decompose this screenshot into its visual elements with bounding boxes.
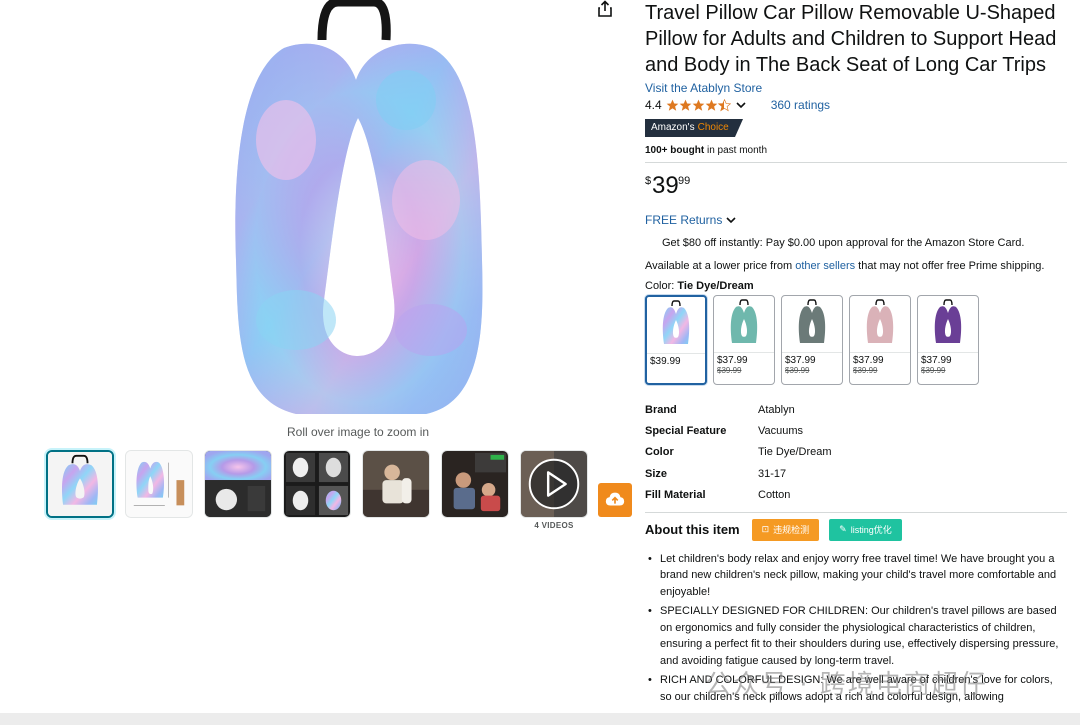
product-specs-table: Brand Atablyn Special Feature Vacuums Colo…: [645, 399, 1067, 506]
list-item: Let children's body relax and enjoy worr…: [645, 551, 1067, 601]
spec-key: Special Feature: [645, 425, 727, 438]
spec-row-size: Size 31-17: [645, 463, 1067, 484]
badge-prefix: Amazon's: [645, 119, 698, 137]
share-icon[interactable]: [596, 0, 614, 18]
thumbnail-product-dimensions[interactable]: [125, 450, 193, 518]
spec-row-special-feature: Special Feature Vacuums: [645, 420, 1067, 441]
color-selection-label: Color: Tie Dye/Dream: [645, 280, 1067, 292]
half-star-icon: [717, 98, 731, 111]
price-whole: 39: [652, 172, 679, 199]
cloud-upload-icon[interactable]: [598, 483, 632, 517]
main-product-image[interactable]: [226, 0, 492, 420]
swatch-price: $37.99: [918, 352, 978, 366]
swatch-teal[interactable]: $37.99 $39.99: [713, 295, 775, 385]
price-fraction: 99: [678, 175, 691, 187]
other-sellers-link[interactable]: other sellers: [795, 260, 855, 272]
zoom-hint: Roll over image to zoom in: [287, 425, 430, 439]
divider: [645, 511, 1067, 513]
thumbnail-person-in-car[interactable]: [362, 450, 430, 518]
thumbnail-video[interactable]: [520, 450, 588, 518]
listing-optimize-label: listing优化: [850, 525, 892, 536]
videos-label: 4 VIDEOS: [534, 521, 574, 530]
shield-icon: ⊡: [761, 524, 770, 535]
lower-price-post: that may not offer free Prime shipping.: [855, 260, 1045, 272]
spec-key: Fill Material: [645, 489, 706, 502]
thumbnail-product-front[interactable]: [46, 450, 114, 518]
spec-value: Vacuums: [758, 425, 804, 438]
bought-in-past-month: 100+ bought in past month: [645, 145, 1067, 156]
swatch-old-price: $39.99: [717, 366, 742, 375]
spec-value: Cotton: [758, 489, 791, 502]
edit-icon: ✎: [839, 524, 847, 535]
spec-value: 31-17: [758, 467, 787, 480]
swatch-price: $37.99: [714, 352, 774, 366]
price-symbol: $: [645, 175, 652, 187]
color-swatches: $39.99 $37.99 $39.99 $37.99 $39.99 $37.9…: [645, 295, 1067, 385]
spec-key: Size: [645, 467, 668, 480]
lower-price-pre: Available at a lower price from: [645, 260, 796, 272]
star-rating[interactable]: [666, 98, 731, 112]
star-icon: [692, 99, 705, 111]
amazons-choice-badge[interactable]: Amazon's Choice: [645, 119, 743, 137]
bought-suffix: in past month: [704, 145, 767, 156]
watermark: 公众号 · 跨境电商超仔: [705, 670, 988, 700]
price: $ 39 99: [645, 173, 1067, 205]
listing-optimize-button[interactable]: ✎ listing优化: [829, 518, 902, 541]
spec-key: Brand: [645, 403, 677, 416]
swatch-gray[interactable]: $37.99 $39.99: [781, 295, 843, 385]
swatch-old-price: $39.99: [853, 366, 878, 375]
violation-check-label: 违规检测: [773, 525, 810, 536]
store-card-offer[interactable]: Get $80 off instantly: Pay $0.00 upon ap…: [645, 237, 1067, 249]
divider: [645, 162, 1067, 163]
thumbnail-child-sleeping-in-car[interactable]: [441, 450, 509, 518]
buy-box: Travel Pillow Car Pillow Removable U-Sha…: [645, 0, 1067, 708]
spec-value: Tie Dye/Dream: [758, 446, 832, 459]
spec-row-color: Color Tie Dye/Dream: [645, 442, 1067, 463]
swatch-tie-dye[interactable]: $39.99: [645, 295, 707, 385]
swatch-price: $39.99: [647, 353, 705, 367]
free-returns-label: FREE Returns: [645, 213, 723, 227]
swatch-old-price: $39.99: [921, 366, 946, 375]
spec-row-brand: Brand Atablyn: [645, 399, 1067, 420]
violation-check-button[interactable]: ⊡ 违规检测: [751, 518, 820, 541]
spec-row-fill-material: Fill Material Cotton: [645, 485, 1067, 506]
lower-price-note: Available at a lower price from other se…: [645, 258, 1067, 274]
swatch-price: $37.99: [782, 352, 842, 366]
about-title: About this item: [645, 522, 740, 538]
thumbnail-product-car-seats[interactable]: [283, 450, 351, 518]
free-returns-link[interactable]: FREE Returns: [645, 213, 1067, 227]
list-item: SPECIALLY DESIGNED FOR CHILDREN: Our chi…: [645, 603, 1067, 669]
color-label: Color:: [645, 280, 678, 292]
color-selected: Tie Dye/Dream: [677, 280, 754, 292]
bought-count: 100+ bought: [645, 145, 705, 156]
star-icon: [705, 99, 718, 111]
rating-row: 4.4 360 ratings: [645, 97, 1067, 113]
badge-choice: Choice: [697, 119, 735, 137]
thumbnail-product-closeup[interactable]: [204, 450, 272, 518]
swatch-price: $37.99: [850, 352, 910, 366]
star-icon: [666, 99, 679, 111]
chevron-down-icon: [726, 217, 736, 224]
product-title: Travel Pillow Car Pillow Removable U-Sha…: [645, 2, 1057, 76]
store-link[interactable]: Visit the Atablyn Store: [645, 81, 1067, 95]
star-icon: [679, 99, 692, 111]
spec-value: Atablyn: [758, 403, 795, 416]
swatch-old-price: $39.99: [785, 366, 810, 375]
ratings-count-link[interactable]: 360 ratings: [771, 98, 830, 112]
swatch-pink[interactable]: $37.99 $39.99: [849, 295, 911, 385]
chevron-down-icon[interactable]: [735, 99, 747, 111]
spec-key: Color: [645, 446, 674, 459]
rating-value: 4.4: [645, 98, 662, 112]
about-this-item-header: About this item ⊡ 违规检测 ✎ listing优化: [645, 518, 1067, 541]
horizontal-scrollbar[interactable]: [0, 713, 1080, 725]
swatch-purple[interactable]: $37.99 $39.99: [917, 295, 979, 385]
